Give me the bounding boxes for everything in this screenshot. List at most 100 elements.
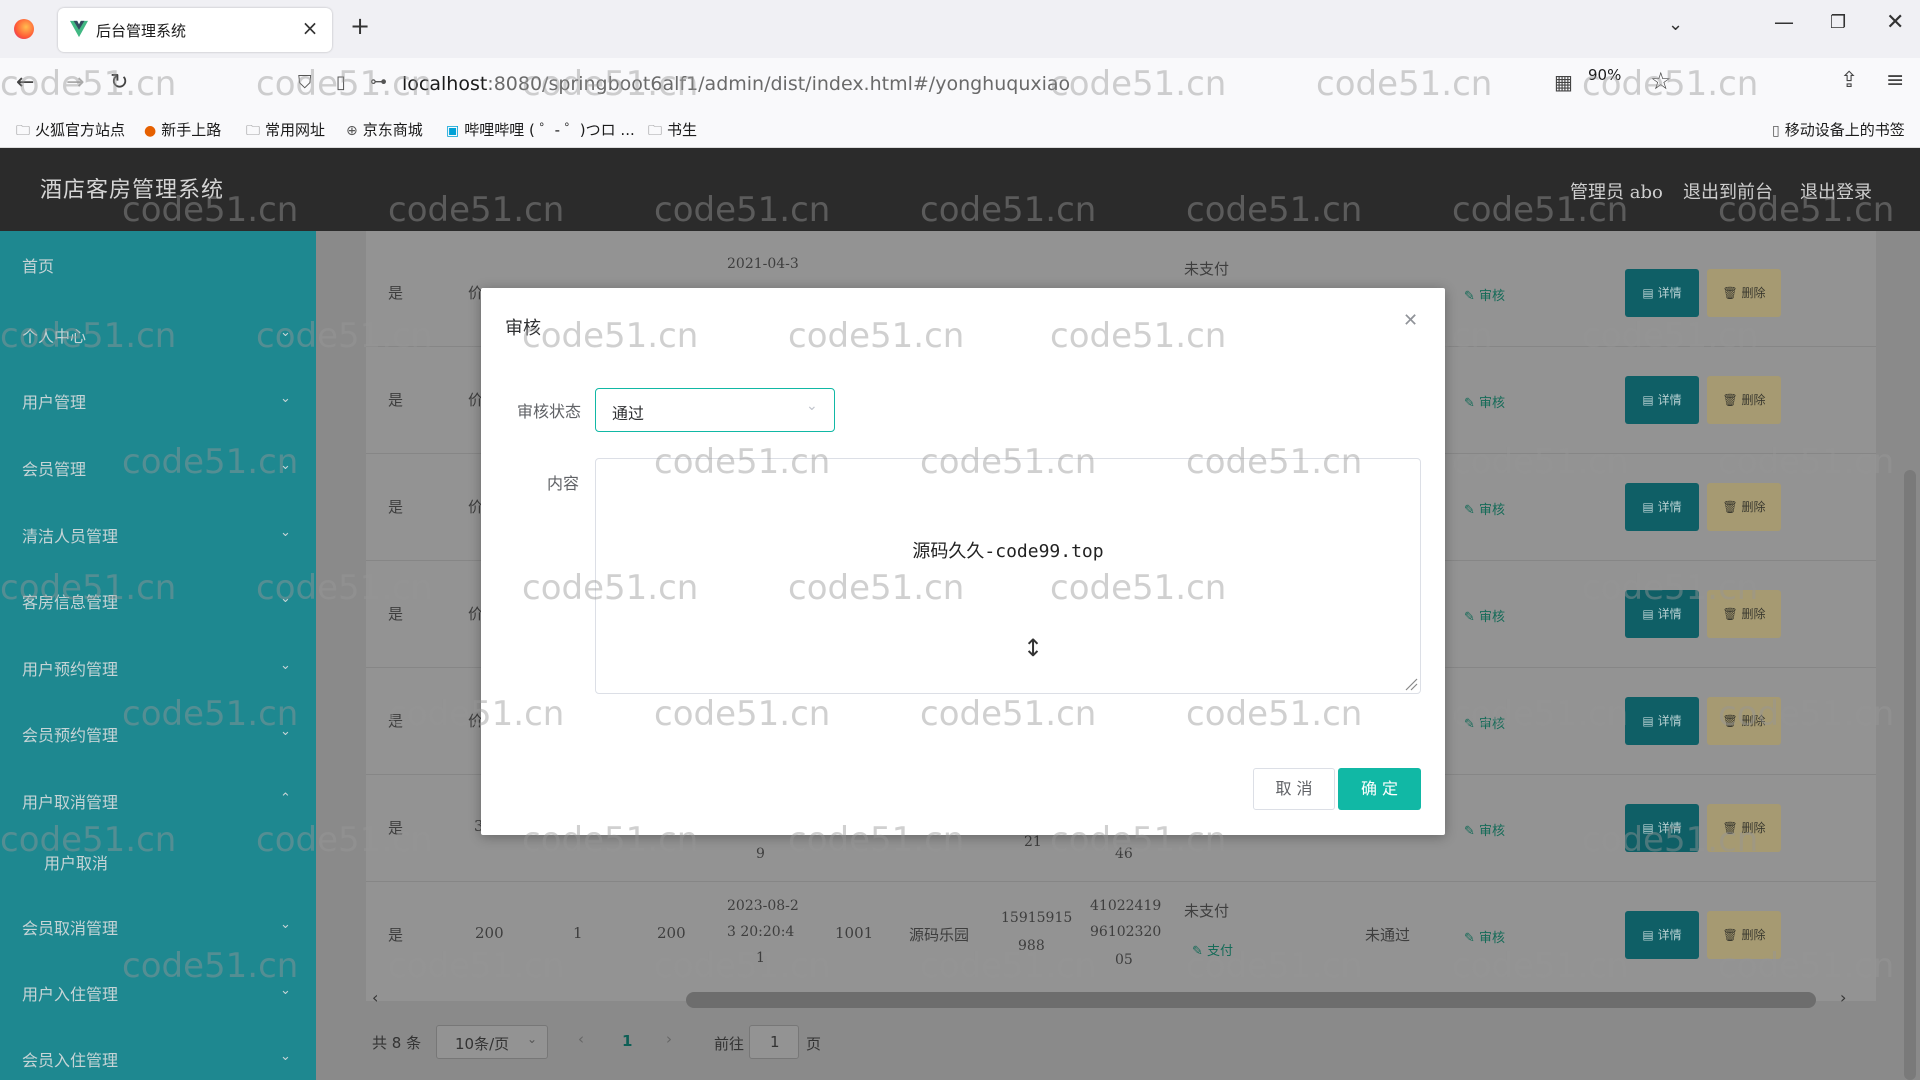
bookmark-item[interactable]: ▣ 哔哩哔哩 ( ゜- ゜)つロ ... — [446, 119, 635, 140]
detail-button[interactable]: ▤ 详情 — [1625, 804, 1699, 852]
status-select[interactable]: 通过 ⌄ — [595, 388, 835, 432]
audit-link[interactable]: ✎ 审核 — [1464, 606, 1505, 625]
status-label: 审核状态 — [517, 402, 582, 421]
bookmarks-bar: 🗀 火狐官方站点 ● 新手上路 🗀 常用网址 ⊕ 京东商城 ▣ 哔哩哔哩 ( ゜- ゜)つ… — [0, 110, 1920, 148]
vertical-scrollbar[interactable] — [1904, 470, 1916, 1080]
zoom-level[interactable]: 90% — [1588, 66, 1621, 84]
menu-icon[interactable]: ≡ — [1886, 68, 1904, 93]
delete-button[interactable]: 🗑 删除 — [1707, 376, 1781, 424]
chevron-down-icon: ⌄ — [280, 1049, 291, 1064]
table-cell: 96102320 — [1090, 924, 1162, 940]
content-textarea[interactable]: 源码久久-code99.top — [595, 458, 1421, 694]
detail-button[interactable]: ▤ 详情 — [1625, 911, 1699, 959]
delete-button[interactable]: 🗑 删除 — [1707, 697, 1781, 745]
close-icon[interactable]: ✕ — [1403, 310, 1418, 331]
bookmark-item[interactable]: ● 新手上路 — [144, 119, 221, 140]
sidebar-item-cleaners[interactable]: 清洁人员管理 — [22, 523, 118, 547]
chevron-down-icon: ⌄ — [280, 458, 291, 473]
audit-link[interactable]: ✎ 审核 — [1464, 713, 1505, 732]
sidebar-item-member-cancel-mgmt[interactable]: 会员取消管理 — [22, 915, 118, 939]
page-number-current[interactable]: 1 — [622, 1032, 632, 1050]
mobile-bookmarks[interactable]: ▯ 移动设备上的书签 — [1772, 119, 1905, 140]
table-cell: 2021-04-3 — [727, 256, 799, 272]
sidebar-item-user-cancel-mgmt[interactable]: 用户取消管理 — [22, 789, 118, 813]
chevron-down-icon: ⌄ — [280, 325, 291, 340]
delete-button[interactable]: 🗑 删除 — [1707, 911, 1781, 959]
key-icon[interactable]: ⊶ — [370, 72, 387, 92]
sidebar-item-users[interactable]: 用户管理 — [22, 389, 86, 413]
delete-button[interactable]: 🗑 删除 — [1707, 269, 1781, 317]
tab-close-icon[interactable]: × — [298, 16, 322, 40]
resize-handle-icon[interactable] — [1404, 677, 1418, 691]
sidebar-item-home[interactable]: 首页 — [22, 253, 54, 277]
table-cell: 21 — [1024, 834, 1042, 850]
table-cell: 未支付 — [1184, 260, 1230, 278]
back-icon[interactable]: ← — [16, 70, 34, 95]
delete-button[interactable]: 🗑 删除 — [1707, 804, 1781, 852]
pay-link[interactable]: ✎ 支付 — [1192, 940, 1233, 959]
sidebar: 首页 个人中心 ⌄ 用户管理 ⌄ 会员管理 ⌄ 清洁人员管理 ⌄ 客房信息管理 … — [0, 231, 316, 1080]
extensions-icon[interactable]: ⇪ — [1840, 68, 1858, 93]
detail-button[interactable]: ▤ 详情 — [1625, 590, 1699, 638]
horizontal-scrollbar[interactable]: ‹ › — [370, 988, 1850, 1010]
detail-button[interactable]: ▤ 详情 — [1625, 376, 1699, 424]
scroll-right-icon[interactable]: › — [1840, 988, 1846, 1007]
next-page-icon[interactable]: › — [666, 1030, 672, 1048]
audit-link[interactable]: ✎ 审核 — [1464, 392, 1505, 411]
scrollbar-thumb[interactable] — [686, 992, 1816, 1008]
sidebar-item-user-booking[interactable]: 用户预约管理 — [22, 656, 118, 680]
url-text[interactable]: localhost:8080/springboot6alf1/admin/dis… — [402, 73, 1070, 95]
detail-button[interactable]: ▤ 详情 — [1625, 483, 1699, 531]
detail-button[interactable]: ▤ 详情 — [1625, 269, 1699, 317]
bookmark-star-icon[interactable]: ☆ — [1650, 67, 1672, 95]
detail-button[interactable]: ▤ 详情 — [1625, 697, 1699, 745]
goto-page-input[interactable]: 1 — [749, 1025, 799, 1059]
page-icon[interactable]: ▯ — [336, 72, 346, 93]
delete-button[interactable]: 🗑 删除 — [1707, 483, 1781, 531]
table-cell: 41022419 — [1090, 898, 1162, 914]
bookmark-item[interactable]: 🗀 火狐官方站点 — [16, 119, 125, 144]
logout-link[interactable]: 退出登录 — [1800, 178, 1872, 204]
scroll-left-icon[interactable]: ‹ — [372, 988, 378, 1007]
confirm-button[interactable]: 确 定 — [1338, 768, 1421, 810]
window-minimize-icon[interactable]: — — [1774, 10, 1794, 34]
chevron-down-icon: ⌄ — [280, 983, 291, 998]
table-cell: 1001 — [835, 924, 874, 942]
prev-page-icon[interactable]: ‹ — [578, 1030, 584, 1048]
audit-link[interactable]: ✎ 审核 — [1464, 499, 1505, 518]
window-close-icon[interactable]: ✕ — [1886, 10, 1904, 35]
exit-to-front-link[interactable]: 退出到前台 — [1683, 178, 1773, 204]
sidebar-item-user-cancel[interactable]: 用户取消 — [44, 850, 108, 874]
sidebar-item-user-checkin[interactable]: 用户入住管理 — [22, 981, 118, 1005]
address-bar[interactable]: ⛉ ▯ ⊶ localhost:8080/springboot6alf1/adm… — [290, 66, 1680, 102]
bookmark-item[interactable]: 🗀 书生 — [648, 119, 697, 144]
table-cell: 是 — [388, 926, 404, 944]
goto-prefix: 前往 — [714, 1035, 745, 1053]
sidebar-item-member-checkin[interactable]: 会员入住管理 — [22, 1047, 118, 1071]
cancel-button[interactable]: 取 消 — [1253, 768, 1335, 810]
new-tab-icon[interactable]: + — [350, 12, 370, 40]
delete-button[interactable]: 🗑 删除 — [1707, 590, 1781, 638]
reload-icon[interactable]: ↻ — [110, 70, 128, 95]
bookmark-item[interactable]: ⊕ 京东商城 — [346, 119, 423, 140]
qr-code-icon[interactable]: ▦ — [1554, 70, 1573, 94]
audit-link[interactable]: ✎ 审核 — [1464, 927, 1505, 946]
bookmark-item[interactable]: 🗀 常用网址 — [246, 119, 325, 144]
window-restore-icon[interactable]: ❐ — [1830, 12, 1846, 33]
audit-link[interactable]: ✎ 审核 — [1464, 820, 1505, 839]
audit-link[interactable]: ✎ 审核 — [1464, 285, 1505, 304]
sidebar-item-personal[interactable]: 个人中心 — [22, 323, 86, 347]
tab-title: 后台管理系统 — [96, 22, 187, 40]
sidebar-item-members[interactable]: 会员管理 — [22, 456, 86, 480]
sidebar-item-rooms[interactable]: 客房信息管理 — [22, 589, 118, 613]
sidebar-item-member-booking[interactable]: 会员预约管理 — [22, 722, 118, 746]
browser-tab[interactable]: 后台管理系统 × — [58, 8, 332, 52]
table-cell: 是 — [388, 498, 404, 516]
chevron-down-icon: ⌄ — [280, 591, 291, 606]
table-cell: 05 — [1115, 952, 1133, 968]
forward-icon[interactable]: → — [66, 70, 84, 95]
shield-icon[interactable]: ⛉ — [298, 72, 312, 93]
folder-icon: 🗀 — [16, 123, 30, 139]
tab-list-chevron-icon[interactable]: ⌄ — [1668, 14, 1683, 35]
page-size-select[interactable]: 10条/页 ⌄ — [436, 1025, 548, 1059]
